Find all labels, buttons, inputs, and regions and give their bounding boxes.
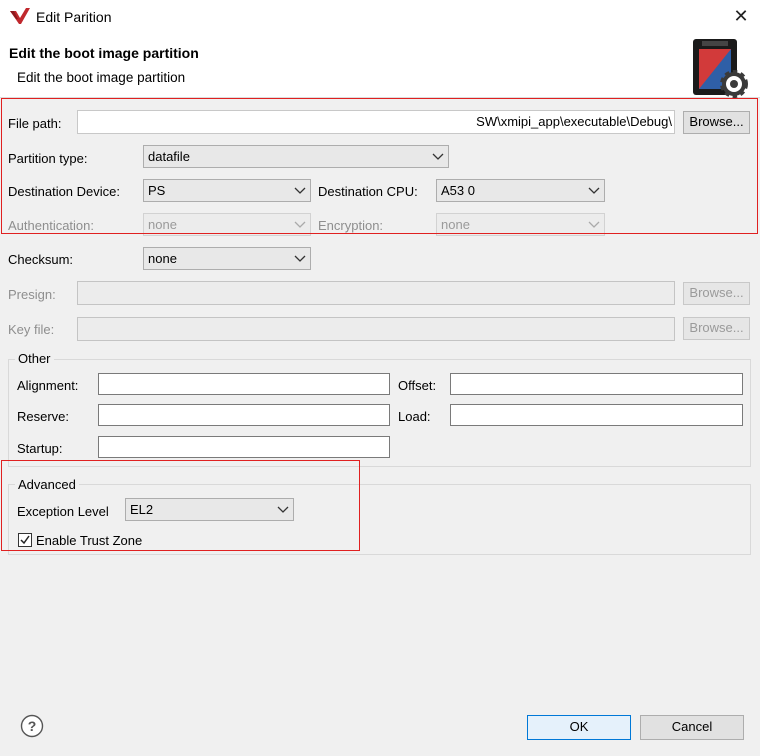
reserve-input[interactable] <box>98 404 390 426</box>
key-file-label: Key file: <box>8 322 55 337</box>
header-banner <box>0 34 760 98</box>
startup-label: Startup: <box>17 441 63 456</box>
chevron-down-icon <box>294 255 306 262</box>
banner-subtitle: Edit the boot image partition <box>17 70 186 85</box>
key-file-input <box>77 317 675 341</box>
banner-title: Edit the boot image partition <box>9 45 199 61</box>
presign-label: Presign: <box>8 287 56 302</box>
alignment-input[interactable] <box>98 373 390 395</box>
reserve-label: Reserve: <box>17 409 70 424</box>
load-label: Load: <box>398 409 431 424</box>
help-icon[interactable]: ? <box>20 714 44 738</box>
other-group-title: Other <box>15 351 54 366</box>
presign-browse-button: Browse... <box>683 282 750 305</box>
cancel-button[interactable]: Cancel <box>640 715 744 740</box>
app-logo-icon <box>9 7 31 27</box>
offset-input[interactable] <box>450 373 743 395</box>
checksum-value: none <box>148 251 177 266</box>
boot-image-settings-icon <box>690 35 748 99</box>
key-file-browse-button: Browse... <box>683 317 750 340</box>
close-icon[interactable]: ✕ <box>731 5 751 27</box>
offset-label: Offset: <box>398 378 437 393</box>
load-input[interactable] <box>450 404 743 426</box>
svg-text:?: ? <box>28 718 37 734</box>
window-title: Edit Parition <box>36 9 112 25</box>
title-bar <box>0 0 760 34</box>
startup-input[interactable] <box>98 436 390 458</box>
highlight-box-partition <box>1 98 758 234</box>
checksum-select[interactable]: none <box>143 247 311 270</box>
highlight-box-advanced <box>1 460 360 551</box>
ok-button[interactable]: OK <box>527 715 631 740</box>
checksum-label: Checksum: <box>8 252 74 267</box>
presign-input <box>77 281 675 305</box>
alignment-label: Alignment: <box>17 378 79 393</box>
